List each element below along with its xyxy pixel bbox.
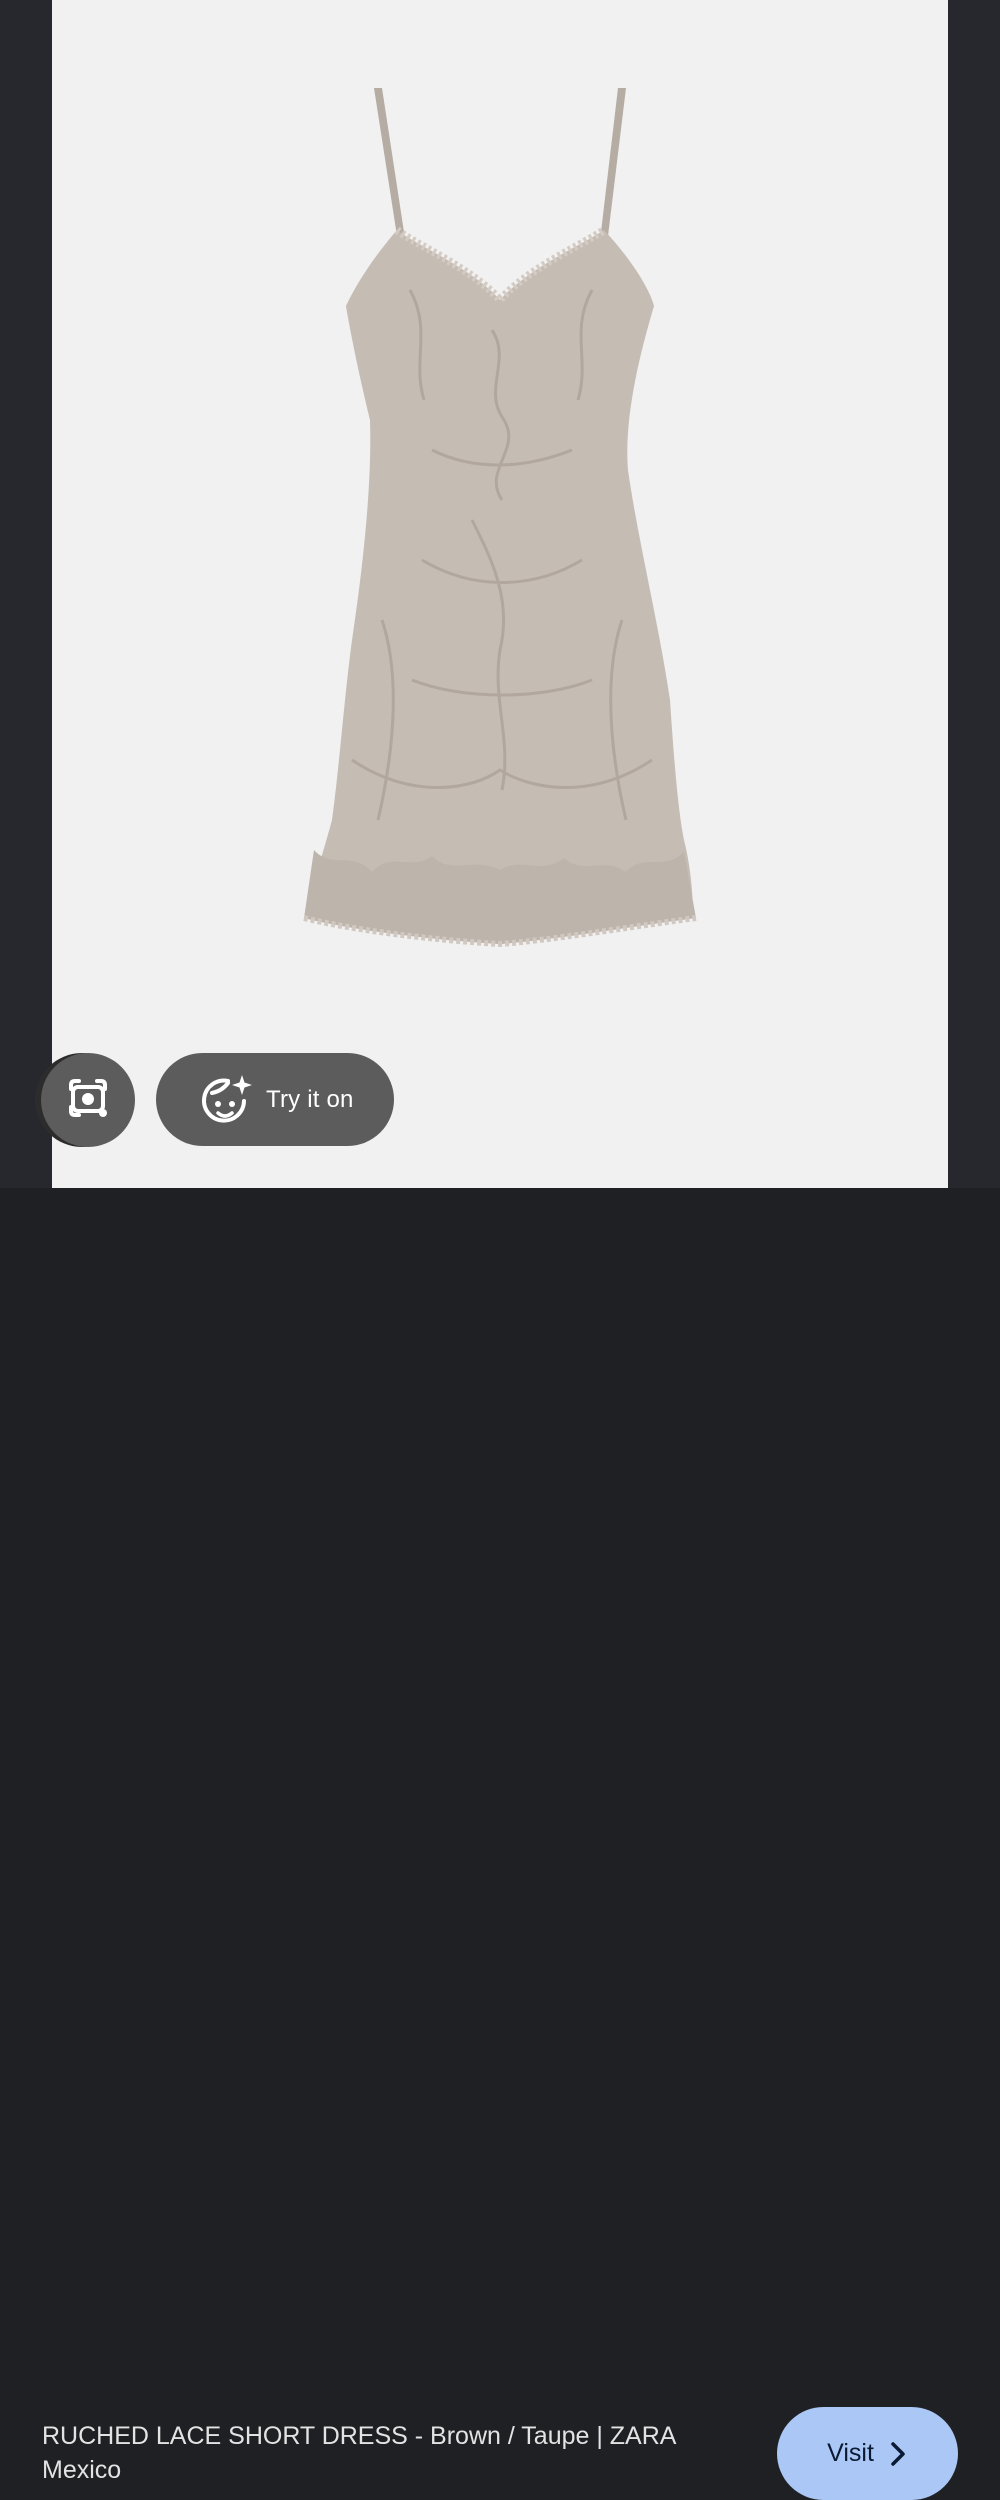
result-bar: RUCHED LACE SHORT DRESS - Brown / Taupe …	[0, 1188, 1000, 2500]
try-it-on-button[interactable]: Try it on	[156, 1053, 394, 1146]
visit-button[interactable]: Visit	[777, 2407, 958, 2500]
visit-label: Visit	[827, 2439, 874, 2467]
lens-camera-icon	[63, 1073, 113, 1128]
lens-search-button[interactable]	[41, 1053, 135, 1147]
product-image[interactable]	[52, 0, 948, 1188]
try-it-on-label: Try it on	[266, 1085, 354, 1113]
face-sparkle-icon	[198, 1071, 256, 1129]
chevron-right-icon	[888, 2441, 908, 2467]
product-title[interactable]: RUCHED LACE SHORT DRESS - Brown / Taupe …	[42, 2419, 742, 2487]
dress-image	[303, 88, 697, 948]
image-viewer: Try it on	[0, 0, 1000, 1188]
